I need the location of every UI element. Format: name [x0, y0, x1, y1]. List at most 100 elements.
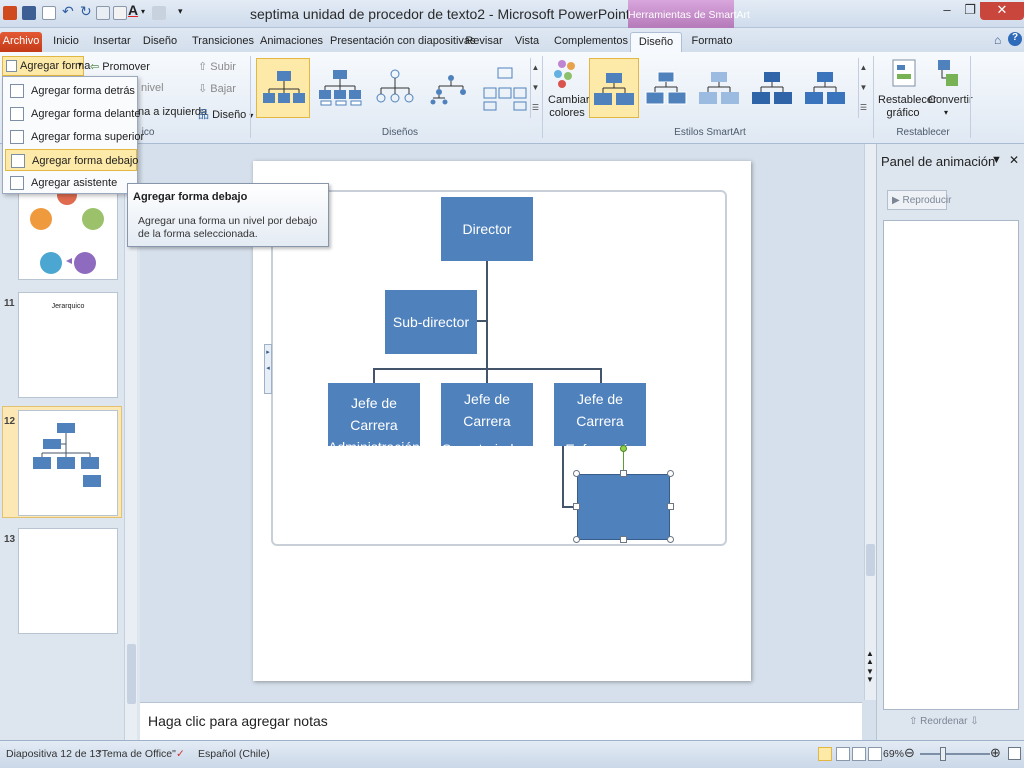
customize-qat-icon[interactable]: ▾ [178, 6, 183, 17]
org-box-new-selected[interactable] [577, 474, 670, 540]
menu-item-add-shape-above[interactable]: Agregar forma superior [5, 126, 144, 148]
smartart-style-2[interactable] [642, 58, 692, 118]
menu-item-add-shape-after[interactable]: Agregar forma detrás [5, 80, 137, 102]
resize-handle[interactable] [573, 470, 580, 477]
zoom-slider-thumb[interactable] [939, 747, 946, 761]
theme-name[interactable]: "Tema de Office" [98, 748, 176, 760]
resize-handle[interactable] [667, 503, 674, 510]
org-box-sub-director[interactable]: Sub-director [385, 290, 477, 354]
tab-smartart-design[interactable]: Diseño [630, 32, 682, 52]
slideshow-view-icon[interactable] [868, 747, 882, 761]
resize-handle[interactable] [667, 536, 674, 543]
tab-view[interactable]: Vista [512, 32, 542, 52]
menu-item-add-assistant[interactable]: Agregar asistente [5, 172, 137, 194]
org-box-secretariado[interactable]: Jefe de Carrera Secretariado [441, 383, 533, 457]
chevron-down-icon: ▾ [78, 60, 83, 69]
tab-addins[interactable]: Complementos [554, 32, 628, 52]
layout-org-chart[interactable] [256, 58, 310, 118]
close-button[interactable]: ✕ [980, 2, 1024, 20]
font-color-icon[interactable]: A [128, 2, 138, 18]
smartart-style-3[interactable] [695, 58, 745, 118]
animation-list[interactable] [883, 220, 1019, 710]
resize-handle[interactable] [620, 470, 627, 477]
tab-design-theme[interactable]: Diseño [142, 32, 178, 52]
layout-button[interactable]: 品 Diseño ▾ [198, 106, 253, 122]
slide-vertical-scrollbar[interactable]: ▲ ▲ ▼ ▼ [864, 144, 876, 700]
reset-graphic-button[interactable]: Restablecer gráfico [878, 56, 937, 124]
convert-button[interactable]: Convertir ▾ [928, 56, 973, 124]
layout-name-title-org[interactable] [313, 58, 367, 118]
slide-thumbnail-11[interactable]: Jerarquico [18, 292, 118, 398]
dropdown-arrow-icon[interactable]: ▾ [141, 7, 145, 16]
minimize-button[interactable]: – [936, 2, 958, 20]
smartart-style-4[interactable] [748, 58, 798, 118]
tab-format[interactable]: Formato [690, 32, 734, 52]
previous-slide-icon[interactable]: ▲ ▲ [866, 650, 874, 666]
tab-animations[interactable]: Animaciones [260, 32, 323, 52]
normal-view-icon[interactable] [818, 747, 832, 761]
picture-icon[interactable] [113, 6, 127, 20]
move-down-button[interactable]: ⇩ Bajar [198, 82, 236, 95]
demote-button[interactable]: nivel [141, 82, 164, 94]
spelling-icon[interactable]: ✓ [176, 748, 185, 760]
rotate-handle[interactable] [620, 445, 627, 452]
reorder-control[interactable]: ⇧ Reordenar ⇩ [909, 716, 979, 727]
print-icon[interactable] [96, 6, 110, 20]
layouts-gallery-scroll[interactable]: ▲ ▼ ☰ [530, 58, 540, 118]
tab-transitions[interactable]: Transiciones [192, 32, 254, 52]
layout-table-hierarchy[interactable] [478, 58, 532, 118]
tab-insert[interactable]: Insertar [92, 32, 132, 52]
slide-thumbnail-10[interactable] [18, 182, 118, 280]
add-shape-button[interactable]: Agregar forma ▾ [2, 56, 90, 76]
minimize-ribbon-icon[interactable]: ⌂ [994, 33, 1001, 47]
play-button[interactable]: ▶ Reproducir [887, 190, 951, 210]
move-up-button[interactable]: ⇧ Subir [198, 60, 236, 73]
reading-view-icon[interactable] [852, 747, 866, 761]
right-to-left-button[interactable]: na a izquierda [138, 106, 207, 118]
close-pane-icon[interactable]: ✕ [1009, 153, 1019, 167]
text-pane-toggle[interactable]: ▸ ◂ [264, 344, 272, 394]
menu-item-add-shape-below[interactable]: Agregar forma debajo [5, 149, 138, 171]
scroll-thumb[interactable] [127, 644, 136, 704]
zoom-slider[interactable] [920, 753, 990, 755]
restore-button[interactable]: ❐ [960, 2, 980, 20]
change-colors-button[interactable]: Cambiar colores [546, 56, 590, 124]
layout-circle-hierarchy[interactable] [369, 58, 423, 118]
tab-review[interactable]: Revisar [464, 32, 504, 52]
pane-options-icon[interactable]: ▼ [991, 154, 1002, 166]
save-icon[interactable] [22, 6, 36, 20]
fit-to-window-icon[interactable] [1008, 747, 1021, 760]
format-painter-icon[interactable] [152, 6, 166, 20]
org-box-enfermeria[interactable]: Jefe de Carrera Enfermería [554, 383, 646, 457]
next-slide-icon[interactable]: ▼ ▼ [866, 668, 874, 684]
help-icon[interactable]: ? [1008, 32, 1022, 46]
scroll-thumb[interactable] [866, 544, 875, 576]
tab-slideshow[interactable]: Presentación con diapositivas [330, 32, 476, 52]
slide-thumbnail-13[interactable] [18, 528, 118, 634]
slide-thumbnail-12[interactable] [18, 410, 118, 516]
redo-icon[interactable]: ↻ [80, 3, 92, 20]
new-icon[interactable] [42, 6, 56, 20]
resize-handle[interactable] [573, 503, 580, 510]
zoom-out-icon[interactable]: ⊖ [904, 745, 915, 761]
zoom-in-icon[interactable]: ⊕ [990, 745, 1001, 761]
tab-home[interactable]: Inicio [48, 32, 84, 52]
undo-icon[interactable]: ↶ [62, 3, 74, 20]
resize-handle[interactable] [620, 536, 627, 543]
tab-file[interactable]: Archivo [0, 32, 42, 52]
resize-handle[interactable] [667, 470, 674, 477]
org-box-administracion[interactable]: Jefe de Carrera Administración [328, 383, 420, 455]
org-layout-icon: 品 [198, 109, 209, 121]
org-box-director[interactable]: Director [441, 197, 533, 261]
layout-labeled-hierarchy[interactable] [425, 58, 479, 118]
resize-handle[interactable] [573, 536, 580, 543]
zoom-level[interactable]: 69% [883, 748, 904, 760]
menu-item-add-shape-before[interactable]: Agregar forma delante [5, 103, 140, 125]
smartart-style-5[interactable] [801, 58, 851, 118]
promote-button[interactable]: ⇦ Promover [90, 60, 150, 73]
language[interactable]: Español (Chile) [198, 748, 270, 760]
notes-pane[interactable]: Haga clic para agregar notas [140, 702, 862, 740]
styles-gallery-scroll[interactable]: ▲ ▼ ☰ [858, 58, 868, 118]
smartart-style-1[interactable] [589, 58, 639, 118]
slide-sorter-icon[interactable] [836, 747, 850, 761]
